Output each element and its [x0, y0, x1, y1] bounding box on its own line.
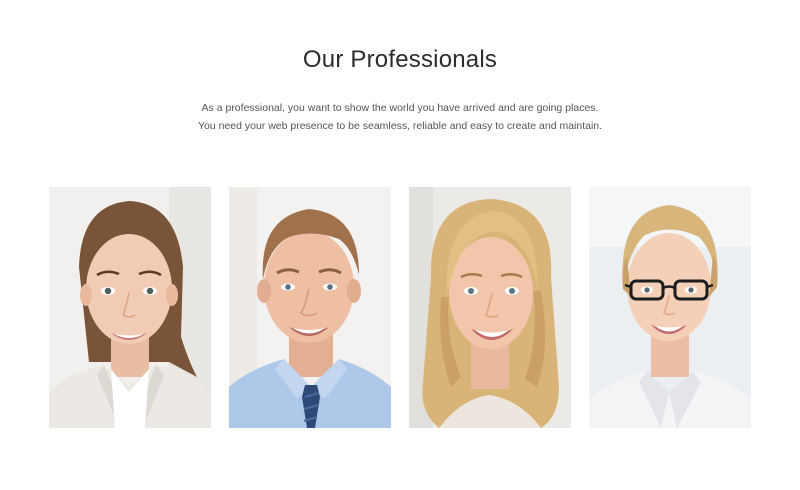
team-member-photo [409, 187, 571, 428]
team-member-card[interactable] [409, 187, 571, 428]
team-member-card[interactable] [229, 187, 391, 428]
team-member-photo [589, 187, 751, 428]
team-member-photo [229, 187, 391, 428]
section-subtitle: As a professional, you want to show the … [0, 99, 800, 135]
subtitle-line-2: You need your web presence to be seamles… [197, 120, 603, 132]
subtitle-line-1: As a professional, you want to show the … [201, 102, 599, 114]
team-grid [49, 187, 751, 428]
team-member-card[interactable] [49, 187, 211, 428]
section-title: Our Professionals [302, 46, 498, 73]
professionals-section: Our Professionals As a professional, you… [0, 0, 800, 490]
team-member-photo [49, 187, 211, 428]
team-member-card[interactable] [589, 187, 751, 428]
